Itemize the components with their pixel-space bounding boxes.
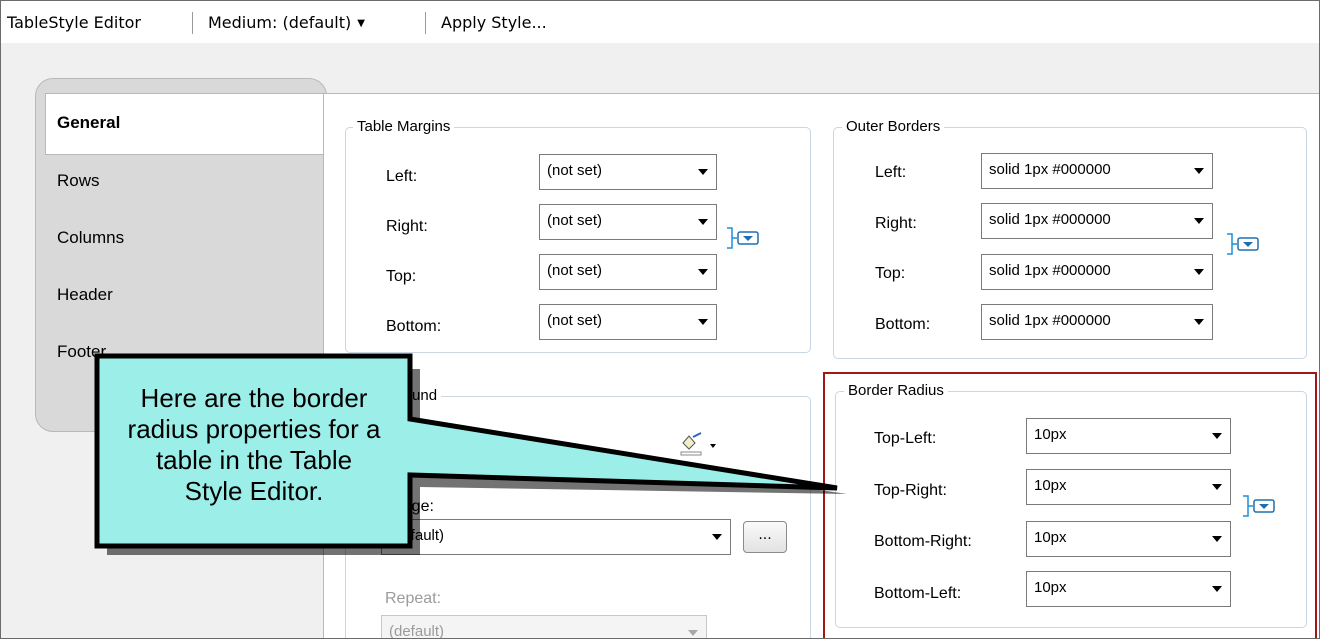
callout-balloon (94, 353, 847, 555)
callout-line: Here are the border (140, 383, 368, 413)
callout-line: table in the Table (155, 445, 353, 475)
callout-text: Here are the border radius properties fo… (101, 383, 407, 507)
table-style-editor-window: TableStyle Editor Medium: (default) ▼ App… (0, 0, 1320, 639)
callout-line: radius properties for a (127, 414, 381, 444)
callout-line: Style Editor. (184, 476, 324, 506)
